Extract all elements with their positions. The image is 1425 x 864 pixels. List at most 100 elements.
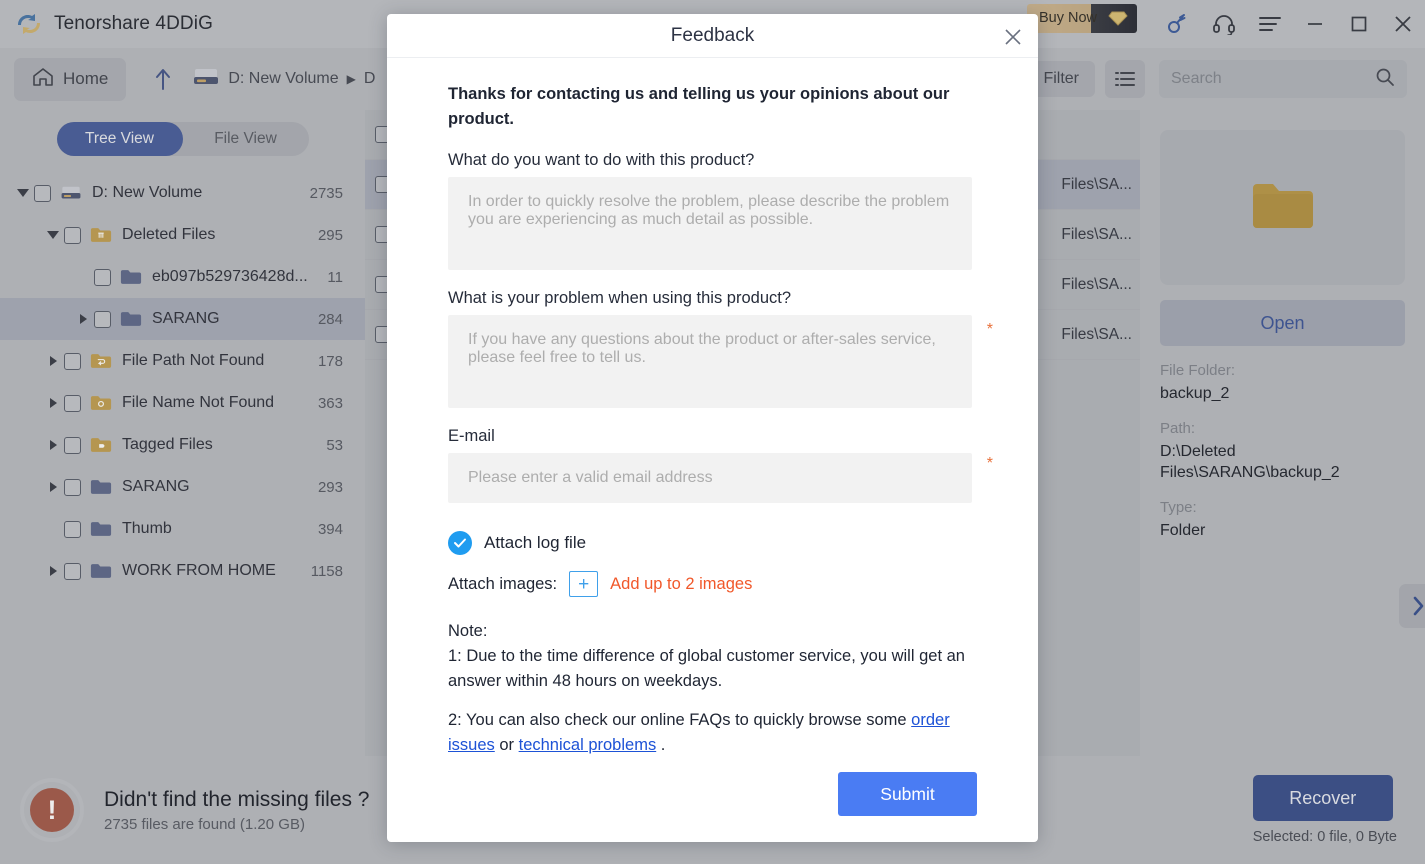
tree-item[interactable]: eb097b529736428d... 11 (0, 256, 365, 298)
tree-item[interactable]: File Path Not Found 178 (0, 340, 365, 382)
tree-item-label: SARANG (152, 310, 220, 327)
tree-twisty[interactable] (72, 314, 94, 324)
email-field[interactable] (448, 453, 972, 503)
tree-item-checkbox[interactable] (64, 226, 81, 244)
question-1-textarea[interactable] (448, 177, 972, 270)
tree-item-checkbox[interactable] (94, 268, 111, 286)
note-item-2: 2: You can also check our online FAQs to… (448, 708, 977, 758)
status-subtitle: 2735 files are found (1.20 GB) (104, 815, 305, 833)
maximize-icon[interactable] (1337, 0, 1381, 48)
tree-item[interactable]: File Name Not Found 363 (0, 382, 365, 424)
tree-twisty[interactable] (42, 398, 64, 408)
metadata-value: Folder (1160, 522, 1206, 539)
search-input[interactable]: Search (1159, 60, 1407, 98)
folder-blue-icon (120, 268, 142, 286)
tree-twisty[interactable] (42, 356, 64, 366)
tree-item-label: SARANG (122, 478, 190, 495)
feedback-dialog: Feedback Thanks for contacting us and te… (387, 14, 1038, 842)
tab-file-view[interactable]: File View (183, 122, 309, 156)
tree-item-count: 1158 (310, 562, 343, 580)
tree-item[interactable]: Thumb 394 (0, 508, 365, 550)
close-icon[interactable] (1000, 24, 1026, 50)
titlebar-actions: Buy Now (1026, 0, 1425, 48)
home-button[interactable]: Home (14, 57, 127, 101)
breadcrumb-item-1[interactable]: D (364, 70, 376, 88)
tree-item-checkbox[interactable] (64, 520, 81, 538)
dialog-intro-text: Thanks for contacting us and telling us … (448, 85, 950, 128)
tree-item-count: 11 (327, 268, 343, 286)
tree-item[interactable]: Tagged Files 53 (0, 424, 365, 466)
submit-button[interactable]: Submit (838, 772, 977, 816)
application-window: Tenorshare 4DDiG Buy Now Home D: New Vol… (0, 0, 1425, 864)
headset-icon[interactable] (1201, 0, 1247, 48)
tree-twisty[interactable] (42, 231, 64, 239)
tree-item[interactable]: Deleted Files 295 (0, 214, 365, 256)
question-2-required-mark: * (986, 321, 993, 338)
view-mode-switch: Tree View File View (56, 122, 309, 156)
tree-item-label: D: New Volume (92, 184, 203, 201)
tree-item-checkbox[interactable] (64, 478, 81, 496)
tree-item-count: 295 (317, 226, 343, 244)
tree-item-label: Deleted Files (122, 226, 216, 243)
search-icon[interactable] (1375, 67, 1395, 92)
check-icon[interactable] (448, 531, 472, 555)
question-2-label: What is your problem when using this pro… (448, 289, 792, 307)
tree-item-label: Thumb (122, 520, 172, 537)
attach-images-row: Attach images: + Add up to 2 images (448, 571, 977, 597)
tree-item[interactable]: SARANG 293 (0, 466, 365, 508)
tree-twisty[interactable] (42, 440, 64, 450)
note-heading: Note: (448, 622, 488, 640)
tree-item-count: 2735 (309, 184, 343, 202)
selection-summary: Selected: 0 file, 0 Byte (1252, 829, 1397, 845)
plus-icon[interactable]: + (569, 571, 599, 597)
file-row-path: Files\SA... (1061, 225, 1132, 243)
minimize-icon[interactable] (1293, 0, 1337, 48)
list-view-icon[interactable] (1105, 60, 1145, 98)
file-row-path: Files\SA... (1061, 275, 1132, 293)
folder-name-icon (90, 394, 112, 412)
tree-item[interactable]: WORK FROM HOME 1158 (0, 550, 365, 592)
buy-now-label: Buy Now (1038, 10, 1097, 26)
tree-item[interactable]: D: New Volume 2735 (0, 172, 365, 214)
close-icon[interactable] (1381, 0, 1425, 48)
tree-item-label: WORK FROM HOME (122, 562, 276, 579)
note-2-text-after: . (656, 736, 666, 754)
buy-now-button[interactable]: Buy Now (1026, 3, 1137, 33)
attach-log-row[interactable]: Attach log file (448, 531, 977, 555)
search-placeholder: Search (1171, 70, 1222, 87)
metadata-key: File Folder: (1160, 362, 1236, 379)
tree-item-checkbox[interactable] (34, 184, 51, 202)
tree-item-checkbox[interactable] (64, 436, 81, 454)
breadcrumb-item-0[interactable]: D: New Volume (228, 70, 338, 88)
tree-twisty[interactable] (42, 566, 64, 576)
tree-item-checkbox[interactable] (64, 562, 81, 580)
tree-item[interactable]: SARANG 284 (0, 298, 365, 340)
note-block: Note: 1: Due to the time difference of g… (448, 619, 977, 694)
tree-item-checkbox[interactable] (94, 310, 111, 328)
tree-twisty[interactable] (42, 482, 64, 492)
folder-tag-icon (90, 436, 112, 454)
breadcrumb: D: New Volume ▶ D (192, 66, 375, 93)
recover-button[interactable]: Recover (1252, 775, 1393, 821)
tree-twisty[interactable] (12, 189, 34, 197)
arrow-up-icon[interactable] (148, 67, 178, 91)
hamburger-menu-icon[interactable] (1247, 0, 1293, 48)
dialog-title: Feedback (670, 24, 755, 46)
recover-label: Recover (1289, 787, 1357, 808)
chevron-right-icon[interactable] (1399, 584, 1425, 628)
diamond-icon (1105, 7, 1131, 29)
key-icon[interactable] (1155, 0, 1201, 48)
metadata-value: backup_2 (1160, 385, 1230, 402)
tab-tree-view[interactable]: Tree View (57, 122, 183, 156)
technical-problems-link[interactable]: technical problems (519, 736, 657, 754)
tree-item-checkbox[interactable] (64, 394, 81, 412)
tree-item-label: Tagged Files (122, 436, 213, 453)
preview-area (1160, 130, 1405, 285)
open-button[interactable]: Open (1160, 300, 1405, 346)
hard-drive-icon (60, 184, 82, 202)
tree-item-count: 53 (326, 436, 343, 454)
sidebar: Tree View File View D: New Volume 2735 Del… (0, 110, 365, 756)
tree-item-checkbox[interactable] (64, 352, 81, 370)
dialog-header: Feedback (387, 14, 1038, 58)
question-2-textarea[interactable] (448, 315, 972, 408)
